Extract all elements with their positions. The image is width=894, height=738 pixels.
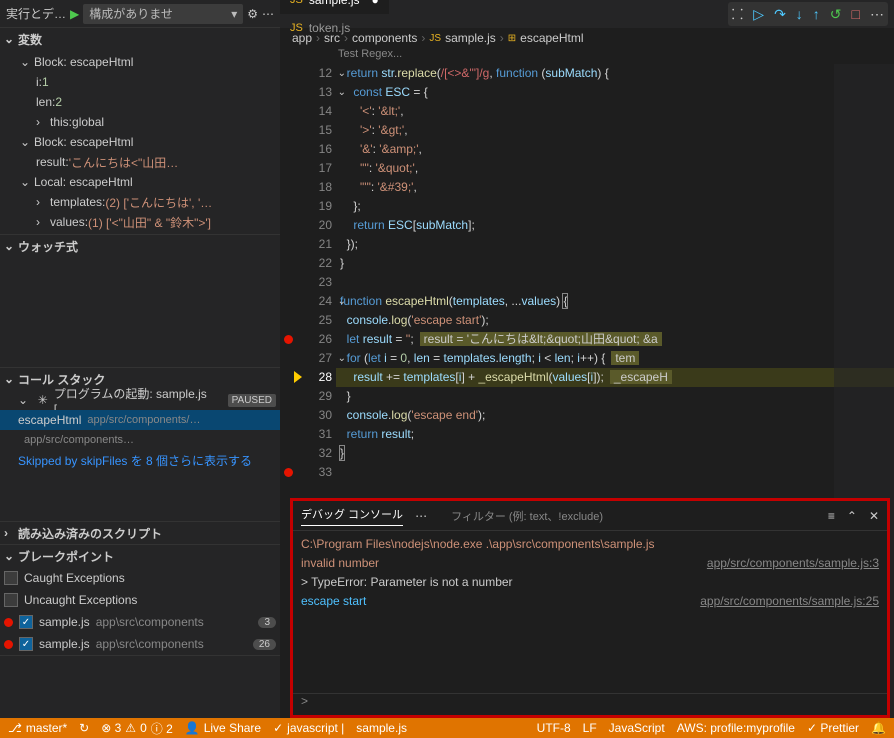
- checkbox[interactable]: [4, 593, 18, 607]
- editor-tab[interactable]: JSsample.js●: [280, 0, 389, 14]
- branch-status[interactable]: ⎇ master*: [8, 721, 67, 735]
- variable-row[interactable]: i: 1: [0, 72, 280, 92]
- debug-toolbar-button[interactable]: ⋯: [870, 6, 884, 23]
- debug-toolbar-button[interactable]: □: [852, 6, 860, 22]
- config-dropdown[interactable]: 構成がありませ▾: [83, 4, 243, 24]
- scope-header[interactable]: ⌄Local: escapeHtml: [0, 172, 280, 192]
- checkbox[interactable]: [19, 637, 33, 651]
- breadcrumb[interactable]: app›src›components›JSsample.js›⊞escapeHt…: [280, 28, 894, 48]
- debug-toolbar-button[interactable]: ↑: [813, 6, 820, 22]
- callstack-frame[interactable]: app/src/components…: [0, 430, 280, 450]
- variable-row[interactable]: ›this: global: [0, 112, 280, 132]
- codelens[interactable]: Test Regex...: [280, 48, 894, 64]
- debug-toolbar: ⸬ ▷ ↷ ↓ ↑ ↺ □ ⋯: [728, 2, 888, 26]
- console-tab[interactable]: デバッグ コンソール: [301, 506, 403, 526]
- skipfiles-link[interactable]: Skipped by skipFiles を 8 個さらに表示する: [0, 450, 280, 471]
- close-icon[interactable]: ✕: [869, 509, 879, 523]
- live-share[interactable]: 👤 Live Share: [185, 721, 261, 735]
- lang-status[interactable]: JavaScript: [609, 721, 665, 735]
- checkbox[interactable]: [4, 571, 18, 585]
- variable-row[interactable]: ›templates: (2) ['こんにちは', '…: [0, 192, 280, 212]
- variable-row[interactable]: ›values: (1) ['<"山田" & "鈴木">']: [0, 212, 280, 232]
- callstack-thread[interactable]: ⌄✳プログラムの起動: sample.js [… PAUSED: [0, 390, 280, 410]
- debug-config-bar: 実行とデ… ▶ 構成がありませ▾ ⚙ ⋯: [0, 0, 280, 28]
- status-bar: ⎇ master* ↻ ⊗ 3 ⚠ 0 ⓘ 2 👤 Live Share ✓ j…: [0, 718, 894, 738]
- file-status[interactable]: sample.js: [356, 721, 407, 735]
- checkbox[interactable]: [19, 615, 33, 629]
- debug-toolbar-button[interactable]: ↺: [830, 6, 842, 23]
- word-wrap-icon[interactable]: ≡: [828, 509, 835, 523]
- breakpoint-row[interactable]: sample.jsapp\src\components26: [0, 633, 280, 655]
- debug-toolbar-button[interactable]: ↓: [796, 6, 803, 22]
- bell-icon[interactable]: 🔔: [871, 721, 886, 735]
- console-filter-input[interactable]: フィルター (例: text、!exclude): [439, 508, 816, 524]
- loaded-scripts-header[interactable]: ›読み込み済みのスクリプト: [0, 522, 280, 544]
- eslint-status[interactable]: ✓ javascript |: [273, 721, 344, 735]
- eol-status[interactable]: LF: [583, 721, 597, 735]
- run-debug-label: 実行とデ…: [6, 5, 66, 22]
- gear-icon[interactable]: ⚙: [247, 7, 258, 21]
- console-output[interactable]: C:\Program Files\nodejs\node.exe .\app\s…: [293, 531, 887, 693]
- debug-console-panel: デバッグ コンソール ⋯ フィルター (例: text、!exclude) ≡ …: [290, 498, 890, 718]
- breakpoint-row[interactable]: sample.jsapp\src\components3: [0, 611, 280, 633]
- callstack-frame[interactable]: escapeHtmlapp/src/components/…: [0, 410, 280, 430]
- encoding-status[interactable]: UTF-8: [537, 721, 571, 735]
- breakpoint-row[interactable]: Uncaught Exceptions: [0, 589, 280, 611]
- more-icon[interactable]: ⋯: [262, 7, 274, 21]
- console-input[interactable]: >: [293, 693, 887, 715]
- breakpoint-dot: [4, 618, 13, 627]
- scope-header[interactable]: ⌄Block: escapeHtml: [0, 132, 280, 152]
- sync-icon[interactable]: ↻: [79, 721, 89, 735]
- debug-toolbar-button[interactable]: ↷: [774, 6, 786, 23]
- variables-header[interactable]: ⌄変数: [0, 28, 280, 50]
- breakpoint-dot: [4, 640, 13, 649]
- variable-row[interactable]: len: 2: [0, 92, 280, 112]
- debug-toolbar-button[interactable]: ▷: [753, 6, 764, 23]
- variable-row[interactable]: result: 'こんにちは<"山田…: [0, 152, 280, 172]
- more-icon[interactable]: ⋯: [415, 509, 427, 523]
- problems-status[interactable]: ⊗ 3 ⚠ 0 ⓘ 2: [101, 720, 173, 737]
- breakpoint-row[interactable]: Caught Exceptions: [0, 567, 280, 589]
- start-debug-icon[interactable]: ▶: [70, 7, 79, 21]
- collapse-icon[interactable]: ⌃: [847, 509, 857, 523]
- scope-header[interactable]: ⌄Block: escapeHtml: [0, 52, 280, 72]
- sidebar: 実行とデ… ▶ 構成がありませ▾ ⚙ ⋯ ⌄変数 ⌄Block: escapeH…: [0, 0, 280, 718]
- prettier-status[interactable]: ✓ Prettier: [807, 721, 859, 735]
- debug-toolbar-button[interactable]: ⸬: [732, 5, 744, 24]
- breakpoints-header[interactable]: ⌄ブレークポイント: [0, 545, 280, 567]
- watch-header[interactable]: ⌄ウォッチ式: [0, 235, 280, 257]
- aws-status[interactable]: AWS: profile:myprofile: [677, 721, 795, 735]
